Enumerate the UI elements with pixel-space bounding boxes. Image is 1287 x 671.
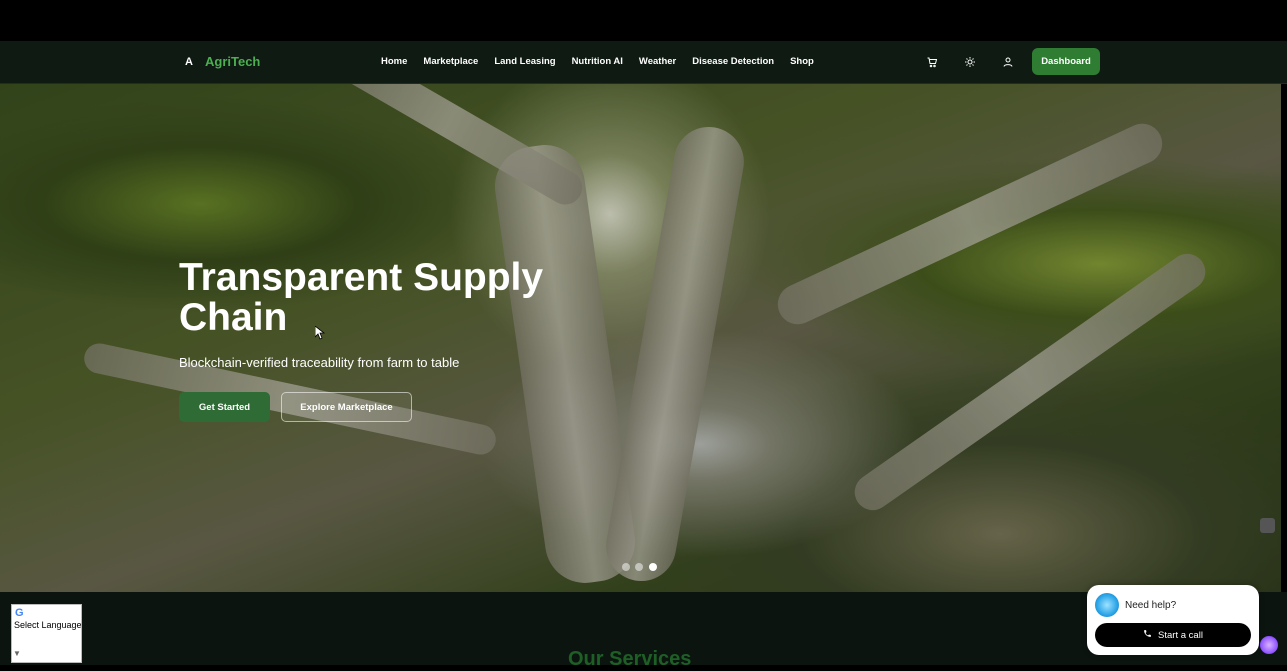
nav-link-shop[interactable]: Shop (790, 56, 814, 67)
nav-links: Home Marketplace Land Leasing Nutrition … (381, 56, 814, 67)
carousel-dot[interactable] (635, 563, 643, 571)
cart-icon[interactable] (926, 55, 940, 69)
brand-name[interactable]: AgriTech (205, 54, 260, 69)
browser-top-bar (0, 0, 1287, 41)
logo-initial[interactable]: A (185, 56, 193, 68)
google-logo-icon: G (15, 607, 24, 619)
assistant-avatar-icon (1095, 593, 1119, 617)
nav-link-land-leasing[interactable]: Land Leasing (494, 56, 555, 67)
start-call-button[interactable]: Start a call (1095, 623, 1251, 647)
help-widget: Need help? Start a call (1087, 585, 1259, 655)
dashboard-button[interactable]: Dashboard (1032, 48, 1100, 75)
nav-link-marketplace[interactable]: Marketplace (423, 56, 478, 67)
language-label[interactable]: Select Language (14, 620, 82, 630)
get-started-button[interactable]: Get Started (179, 392, 270, 422)
hero-title: Transparent Supply Chain (179, 256, 544, 339)
hero-subtitle: Blockchain-verified traceability from fa… (179, 355, 460, 370)
mouse-cursor-icon (314, 325, 326, 345)
nav-link-disease-detection[interactable]: Disease Detection (692, 56, 774, 67)
help-prompt: Need help? (1125, 600, 1177, 611)
user-icon[interactable] (1002, 55, 1016, 69)
phone-icon (1143, 629, 1152, 641)
nav-link-nutrition-ai[interactable]: Nutrition AI (572, 56, 623, 67)
sun-icon[interactable] (964, 55, 978, 69)
nav-link-weather[interactable]: Weather (639, 56, 676, 67)
explore-marketplace-button[interactable]: Explore Marketplace (281, 392, 412, 422)
services-title: Our Services (568, 648, 692, 670)
language-selector[interactable]: G Select Language ▼ (11, 604, 82, 663)
start-call-label: Start a call (1158, 629, 1203, 641)
nav-link-home[interactable]: Home (381, 56, 407, 67)
carousel-dot-active[interactable] (649, 563, 657, 571)
dropdown-arrow-icon[interactable]: ▼ (13, 649, 21, 658)
side-scroll-tab[interactable] (1260, 518, 1275, 533)
main-navbar: A AgriTech Home Marketplace Land Leasing… (0, 41, 1287, 84)
carousel-dot[interactable] (622, 563, 630, 571)
assistant-orb-icon[interactable] (1260, 636, 1278, 654)
